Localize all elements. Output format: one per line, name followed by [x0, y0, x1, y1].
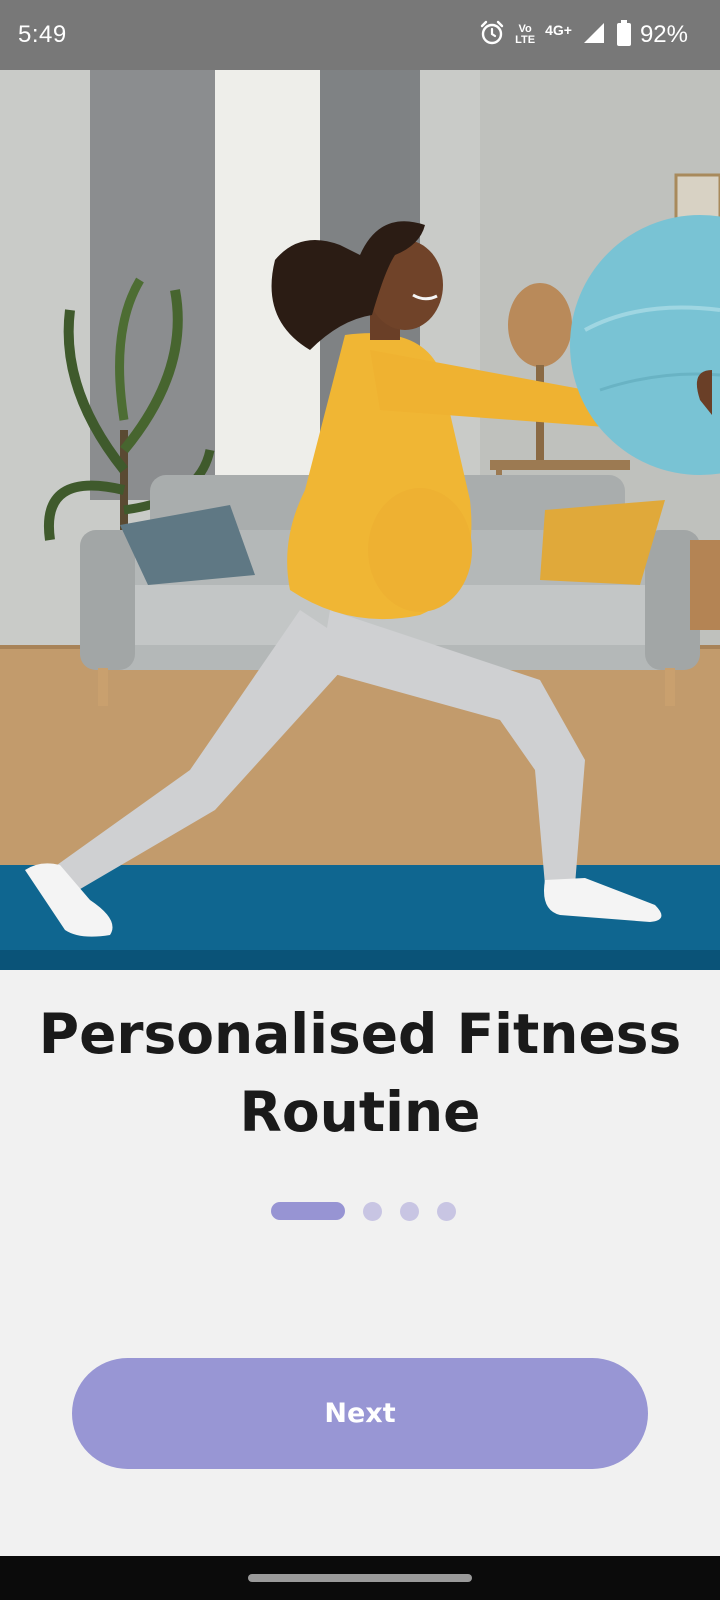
page-indicator: [0, 1201, 720, 1221]
battery-percent: 92%: [639, 21, 688, 48]
navigation-bar: [0, 1556, 720, 1600]
volte-icon: Vo LTE: [515, 24, 535, 46]
alarm-icon: [479, 20, 505, 51]
page-title-line2: Routine: [239, 1080, 481, 1144]
page-dot-2[interactable]: [362, 1201, 382, 1221]
next-button[interactable]: Next: [72, 1358, 648, 1469]
page-title-line1: Personalised Fitness: [38, 1002, 682, 1066]
hero-image: [0, 70, 720, 970]
page-dot-1[interactable]: [270, 1202, 345, 1220]
status-time: 5:49: [18, 21, 67, 48]
volte-bottom: LTE: [515, 34, 536, 46]
curtain-left: [90, 70, 215, 500]
status-icons: Vo LTE 4G+ 92%: [479, 19, 688, 51]
signal-icon: [582, 21, 606, 50]
battery-icon: [616, 19, 632, 51]
page-title: Personalised Fitness Routine: [0, 995, 720, 1151]
page-dot-3[interactable]: [399, 1201, 419, 1221]
home-handle[interactable]: [248, 1574, 472, 1582]
status-bar: 5:49 Vo LTE 4G+ 92%: [0, 0, 720, 70]
page-dot-4[interactable]: [436, 1201, 456, 1221]
network-type: 4G+: [545, 22, 572, 38]
